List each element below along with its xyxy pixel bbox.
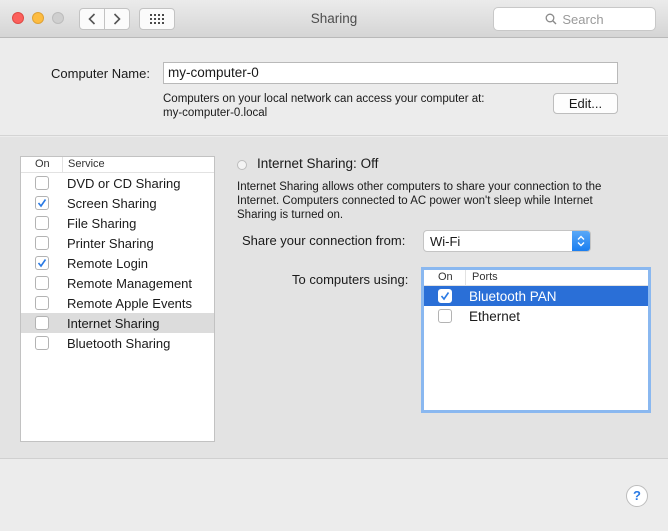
checkbox[interactable] [35, 316, 49, 330]
sharing-main-pane: On Service DVD or CD Sharing Screen Shari… [0, 137, 668, 459]
service-row-label: Remote Management [67, 275, 193, 291]
computer-name-input[interactable]: my-computer-0 [163, 62, 618, 84]
note-line-1: Computers on your local network can acce… [163, 93, 485, 105]
search-placeholder: Search [562, 11, 604, 27]
service-row-label: Remote Login [67, 255, 148, 271]
service-row[interactable]: DVD or CD Sharing [21, 173, 214, 193]
service-row[interactable]: Bluetooth Sharing [21, 333, 214, 353]
port-row[interactable]: Bluetooth PAN [424, 286, 648, 306]
ports-header-ports[interactable]: Ports [466, 270, 498, 285]
checkbox[interactable] [438, 309, 452, 323]
service-row-label: Bluetooth Sharing [67, 335, 171, 351]
port-row-label: Bluetooth PAN [469, 288, 557, 304]
service-row[interactable]: Remote Login [21, 253, 214, 273]
share-from-value: Wi-Fi [430, 234, 461, 249]
title-bar: Sharing Search [0, 0, 668, 38]
service-row[interactable]: Remote Apple Events [21, 293, 214, 313]
internet-sharing-title: Internet Sharing: Off [257, 156, 379, 171]
search-icon [545, 13, 557, 25]
service-list[interactable]: On Service DVD or CD Sharing Screen Shari… [20, 156, 215, 442]
ports-list[interactable]: On Ports Bluetooth PAN Ethernet [421, 267, 651, 413]
share-from-label: Share your connection from: [242, 233, 406, 248]
share-from-select[interactable]: Wi-Fi [423, 230, 591, 252]
checkbox[interactable] [35, 196, 49, 210]
service-row[interactable]: Screen Sharing [21, 193, 214, 213]
service-row[interactable]: Printer Sharing [21, 233, 214, 253]
checkbox[interactable] [35, 256, 49, 270]
port-row[interactable]: Ethernet [424, 306, 648, 326]
ports-header-on[interactable]: On [424, 270, 466, 285]
help-button[interactable]: ? [626, 485, 648, 507]
checkbox[interactable] [35, 336, 49, 350]
select-arrows-icon [572, 231, 590, 251]
search-field[interactable]: Search [493, 7, 656, 31]
computer-name-pane: Computer Name: my-computer-0 Computers o… [0, 39, 668, 136]
local-hostname: my-computer-0.local [163, 107, 268, 119]
service-row-label: DVD or CD Sharing [67, 175, 181, 191]
computer-name-note: Computers on your local network can acce… [163, 92, 485, 120]
checkbox[interactable] [35, 296, 49, 310]
port-row-label: Ethernet [469, 308, 521, 324]
service-row-label: Internet Sharing [67, 315, 160, 331]
header-on[interactable]: On [21, 157, 63, 172]
header-service[interactable]: Service [63, 157, 105, 172]
service-row-label: File Sharing [67, 215, 137, 231]
checkbox[interactable] [35, 236, 49, 250]
service-row[interactable]: Remote Management [21, 273, 214, 293]
service-row-label: Screen Sharing [67, 195, 157, 211]
service-row[interactable]: File Sharing [21, 213, 214, 233]
checkbox[interactable] [35, 216, 49, 230]
computer-name-label: Computer Name: [51, 66, 150, 81]
service-row-label: Remote Apple Events [67, 295, 193, 311]
checkbox[interactable] [35, 276, 49, 290]
to-computers-label: To computers using: [292, 272, 409, 287]
internet-sharing-status-indicator [237, 160, 247, 170]
checkbox[interactable] [438, 289, 452, 303]
internet-sharing-description: Internet Sharing allows other computers … [237, 181, 602, 221]
service-row[interactable]: Internet Sharing [21, 313, 214, 333]
edit-button[interactable]: Edit... [553, 93, 618, 114]
service-list-header: On Service [21, 157, 214, 173]
ports-list-header: On Ports [424, 270, 648, 286]
service-row-label: Printer Sharing [67, 235, 154, 251]
checkbox[interactable] [35, 176, 49, 190]
